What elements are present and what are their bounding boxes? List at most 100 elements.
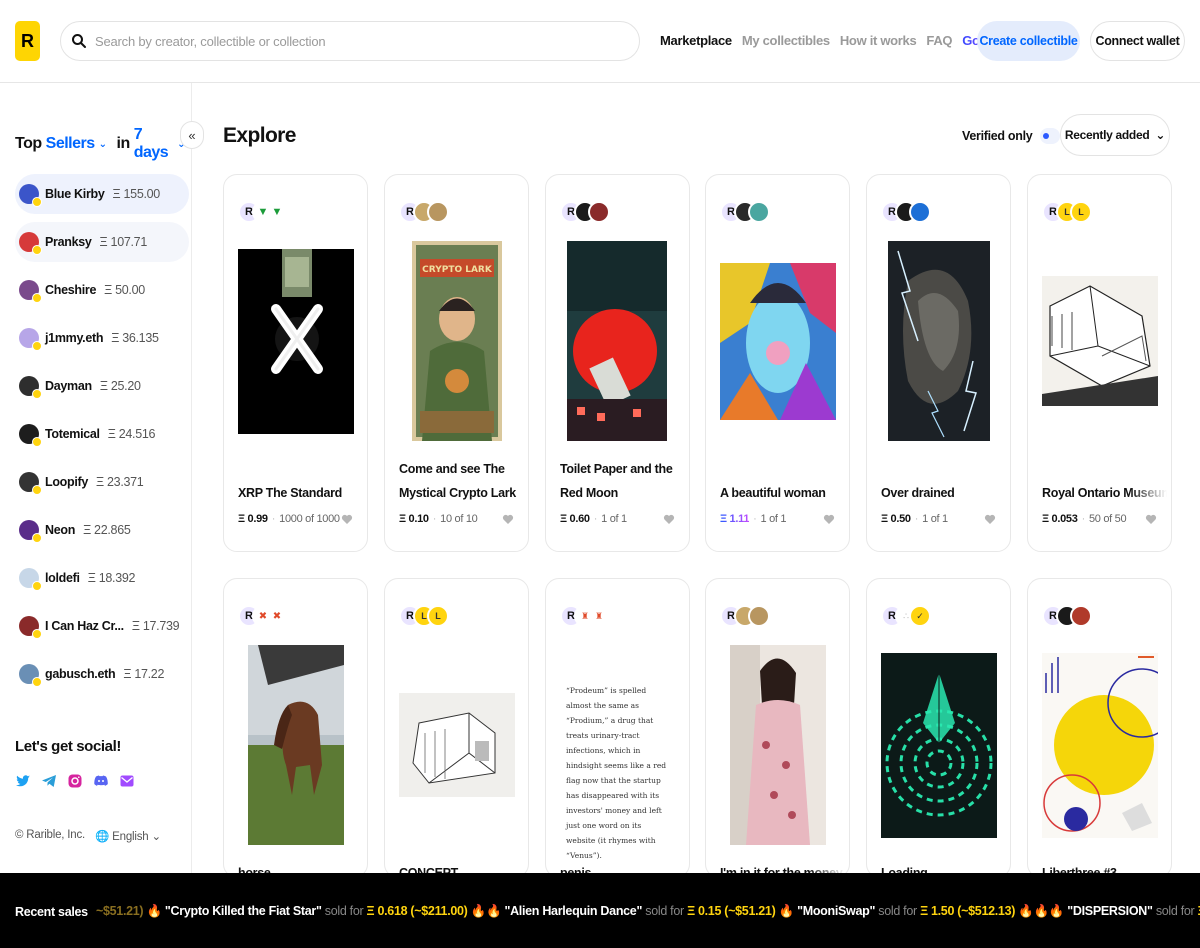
owners-avatars[interactable]: R [720,201,770,223]
recent-sale-item[interactable]: "Crypto Killed the Fiat Star" sold for Ξ… [165,904,505,918]
card-title[interactable]: Toilet Paper and the Red Moon [560,457,685,505]
owner-avatar[interactable]: L [1070,201,1092,223]
owners-avatars[interactable]: R ▼ ▼ [238,201,288,223]
sellers-dropdown[interactable]: Sellers [46,135,95,153]
collectible-card[interactable]: R CRYPTO LARK Come and see The Mystical … [384,174,529,552]
artwork-over-drained[interactable] [888,241,990,441]
owner-avatar[interactable]: ▼ [266,201,288,223]
owner-avatar[interactable]: ✖ [266,605,288,627]
seller-item[interactable]: Pranksy Ξ 107.71 [15,222,190,262]
twitter-icon[interactable] [15,773,31,789]
collectible-card[interactable]: R I'm in it for the money [705,578,850,878]
owner-avatar[interactable]: ♜ [588,605,610,627]
owners-avatars[interactable]: R L L [399,605,449,627]
recent-sale-item[interactable]: "MooniSwap" sold for Ξ 1.50 (~$512.13) 🔥… [797,904,1067,918]
card-title[interactable]: Come and see The Mystical Crypto Lark [399,457,524,505]
artwork-crypto-lark[interactable]: CRYPTO LARK [412,241,502,441]
owners-avatars[interactable]: R [399,201,449,223]
collectible-card[interactable]: R L L Royal Ontario Museum Ξ 0.053 · 50 … [1027,174,1172,552]
owner-avatar[interactable] [588,201,610,223]
search-input[interactable] [95,33,615,49]
nav-my-collectibles[interactable]: My collectibles [742,33,830,48]
seller-item[interactable]: Neon Ξ 22.865 [15,510,189,550]
owner-avatar[interactable] [427,201,449,223]
collectible-card[interactable]: R Over drained Ξ 0.50 · 1 of 1 [866,174,1011,552]
seller-avatar[interactable] [19,568,42,591]
email-icon[interactable] [119,773,135,789]
heart-icon[interactable] [341,513,353,525]
seller-avatar[interactable] [19,424,42,447]
owners-avatars[interactable]: R ∴ ✓ [881,605,931,627]
artwork-in-it-for-the-money[interactable] [730,645,826,845]
owner-avatar[interactable]: L [427,605,449,627]
seller-item[interactable]: Blue Kirby Ξ 155.00 [15,174,190,214]
collapse-sidebar-button[interactable]: « [180,121,204,149]
owners-avatars[interactable]: R L L [1042,201,1092,223]
nav-faq[interactable]: FAQ [926,33,952,48]
owners-avatars[interactable]: R [1042,605,1092,627]
recent-sale-item[interactable]: "Alien Harlequin Dance" sold for Ξ 0.15 … [504,904,797,918]
language-selector[interactable]: 🌐 English ⌄ [95,829,161,843]
collectible-card[interactable]: R Liberthree #3 [1027,578,1172,878]
card-title[interactable]: Over drained [881,481,1006,505]
artwork-loading[interactable] [881,653,997,838]
artwork-toilet-paper-red-moon[interactable] [567,241,667,441]
heart-icon[interactable] [984,513,996,525]
owners-avatars[interactable]: R [560,201,610,223]
seller-item[interactable]: I Can Haz Cr... Ξ 17.739 [15,606,189,646]
seller-avatar[interactable] [19,520,42,543]
collectible-card[interactable]: R ▼ ▼ XRP The Standard Ξ 0.99 · 1000 of … [223,174,368,552]
seller-avatar[interactable] [19,232,42,255]
artwork-xrp[interactable] [238,249,354,434]
owner-avatar[interactable] [1070,605,1092,627]
owner-avatar[interactable] [748,605,770,627]
card-title[interactable]: XRP The Standard [238,481,363,505]
telegram-icon[interactable] [41,773,57,789]
seller-avatar[interactable] [19,616,42,639]
verified-only-toggle[interactable] [1040,128,1061,144]
nav-how-it-works[interactable]: How it works [840,33,917,48]
heart-icon[interactable] [1145,513,1157,525]
artwork-beautiful-woman[interactable] [720,263,836,420]
sort-dropdown[interactable]: Recently added ⌄ [1060,114,1170,156]
artwork-horse[interactable] [248,645,344,845]
seller-avatar[interactable] [19,664,42,687]
heart-icon[interactable] [663,513,675,525]
seller-item[interactable]: Loopify Ξ 23.371 [15,462,189,502]
seller-item[interactable]: Cheshire Ξ 50.00 [15,270,189,310]
owner-avatar[interactable] [909,201,931,223]
collectible-card[interactable]: R ∴ ✓ Loading [866,578,1011,878]
seller-avatar[interactable] [19,328,42,351]
recent-sale-item[interactable]: "DISPERSION" sold for Ξ 1.35 (~$460.92) … [1067,904,1200,918]
owners-avatars[interactable]: R ✖ ✖ [238,605,288,627]
owners-avatars[interactable]: R [881,201,931,223]
heart-icon[interactable] [823,513,835,525]
create-collectible-button[interactable]: Create collectible [977,21,1080,61]
seller-item[interactable]: loldefi Ξ 18.392 [15,558,189,598]
search-bar[interactable] [60,21,640,61]
artwork-royal-ontario-museum[interactable] [1042,276,1158,406]
period-dropdown[interactable]: 7 days [134,126,173,162]
seller-item[interactable]: Totemical Ξ 24.516 [15,414,189,454]
artwork-concept[interactable] [399,693,515,797]
card-title[interactable]: Royal Ontario Museum [1042,481,1167,505]
seller-item[interactable]: j1mmy.eth Ξ 36.135 [15,318,189,358]
nav-marketplace[interactable]: Marketplace [660,33,732,48]
collectible-card[interactable]: R ✖ ✖ horse [223,578,368,878]
collectible-card[interactable]: R A beautiful woman Ξ 1.11 · 1 of 1 [705,174,850,552]
verified-only-filter[interactable]: Verified only [962,128,1061,144]
owner-avatar[interactable]: ✓ [909,605,931,627]
seller-avatar[interactable] [19,376,42,399]
seller-avatar[interactable] [19,184,42,207]
artwork-liberthree-3[interactable] [1042,653,1158,838]
collectible-card[interactable]: R L L CONCEPT [384,578,529,878]
artwork-quote-text[interactable]: “Prodeum” is spelled almost the same as … [566,683,670,863]
seller-item[interactable]: gabusch.eth Ξ 17.22 [15,654,189,694]
owner-avatar[interactable] [748,201,770,223]
collectible-card[interactable]: R Toilet Paper and the Red Moon Ξ 0.60 ·… [545,174,690,552]
collectible-card[interactable]: R ♜ ♜ “Prodeum” is spelled almost the sa… [545,578,690,878]
seller-avatar[interactable] [19,280,42,303]
discord-icon[interactable] [93,773,109,789]
heart-icon[interactable] [502,513,514,525]
instagram-icon[interactable] [67,773,83,789]
